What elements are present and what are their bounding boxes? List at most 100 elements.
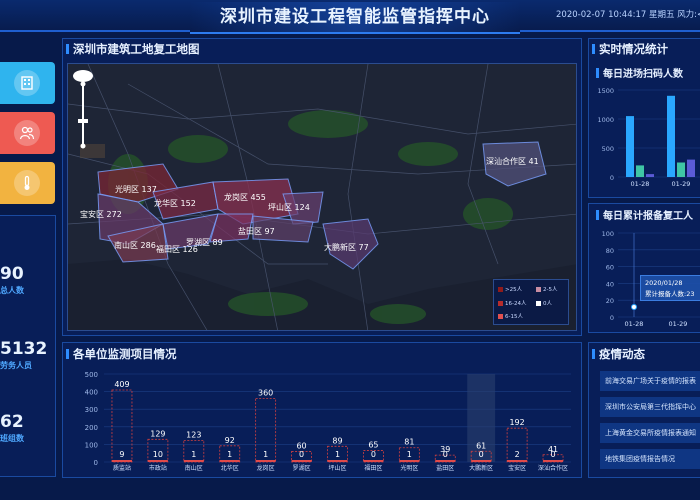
legend-swatch <box>536 301 541 306</box>
scan-bar-chart: 1500 1000 500 0 01-28 01-29 <box>597 87 700 188</box>
y-tick-label: 100 <box>85 441 98 449</box>
district-label: 光明区 137 <box>115 185 157 194</box>
legend-item: 16-24人 <box>498 299 526 307</box>
x-tick-label: 北华区 <box>221 464 239 472</box>
y-tick-label: 200 <box>85 424 98 432</box>
thermometer-icon <box>14 170 40 196</box>
x-tick-label: 坪山区 <box>328 464 346 472</box>
bar <box>687 159 695 177</box>
stat-total-people: 90 总人数 <box>0 265 54 296</box>
data-label-secondary: 2 <box>515 450 520 459</box>
y-tick-label: 300 <box>85 406 98 414</box>
report-chart-title: 每日累计报备复工人 <box>596 207 693 222</box>
bar <box>646 174 654 177</box>
title-marker <box>592 349 595 359</box>
legend-item: 2-5人 <box>536 285 557 293</box>
y-tick-label: 400 <box>85 389 98 397</box>
x-tick-label: 大鹏新区 <box>469 464 493 472</box>
district-label: 龙岗区 455 <box>224 193 266 202</box>
legend-label: 0人 <box>543 301 552 307</box>
legend-label: 2-5人 <box>543 287 558 293</box>
building-icon <box>14 70 40 96</box>
y-tick-label: 500 <box>602 145 614 153</box>
x-tick-label: 盐田区 <box>436 464 454 472</box>
bar-secondary <box>507 460 528 462</box>
legend-item: 6-15人 <box>498 312 523 320</box>
data-label-secondary: 0 <box>479 450 484 459</box>
data-label-secondary: 1 <box>407 450 412 459</box>
x-tick-label: 质监站 <box>113 464 131 472</box>
legend-swatch <box>498 301 503 306</box>
bar-secondary <box>147 460 168 462</box>
title-marker <box>592 44 595 54</box>
legend-label: 6-15人 <box>505 314 523 320</box>
datetime-readout: 2020-02-07 10:44:17 星期五 风力:< <box>556 10 700 20</box>
district-label: 深汕合作区 41 <box>486 157 539 166</box>
x-tick-label: 深汕合作区 <box>538 464 568 472</box>
x-tick-label: 01-29 <box>669 320 688 328</box>
data-label: 81 <box>404 438 414 447</box>
district-label: 坪山区 124 <box>268 203 310 212</box>
district-label: 大鹏新区 77 <box>324 243 369 252</box>
monitor-bar-chart: 50040030020010004099质监站12910市政站1231南山区92… <box>85 371 571 472</box>
data-label-secondary: 1 <box>227 450 232 459</box>
legend-item: >25人 <box>498 285 522 293</box>
scan-chart-title: 每日进场扫码人数 <box>596 65 683 80</box>
bar-secondary <box>291 460 312 462</box>
bar-secondary <box>435 460 456 462</box>
district-label: 宝安区 272 <box>80 210 122 219</box>
map-title-text: 深圳市建筑工地复工地图 <box>73 42 200 56</box>
title-marker <box>66 44 69 54</box>
news-item[interactable]: 前海交易广场关于疫情的报表 <box>600 371 700 391</box>
nav-button-building[interactable] <box>0 62 55 104</box>
monitor-title-text: 各单位监测项目情况 <box>73 347 177 361</box>
stat-teams: 62 班组数 <box>0 413 54 444</box>
stat-labor: 5132 劳务人员 <box>0 340 54 371</box>
data-label: 89 <box>332 436 342 445</box>
bar-secondary <box>327 460 348 462</box>
epidemic-panel-title: 疫情动态 <box>592 346 645 362</box>
news-item[interactable]: 上海黄金交易所疫情报表通知 <box>600 423 700 443</box>
bar <box>667 95 675 177</box>
x-tick-label: 福田区 <box>364 464 382 472</box>
header-line-left <box>0 30 190 32</box>
tooltip-text: 累计报备人数:23 <box>645 290 695 298</box>
news-item[interactable]: 地铁集团疫情报告情况 <box>600 449 700 469</box>
x-tick-label: 市政站 <box>149 464 167 472</box>
x-tick-label: 01-28 <box>631 180 650 188</box>
y-tick-label: 0 <box>610 174 614 182</box>
realtime-title-text: 实时情况统计 <box>599 42 668 56</box>
data-label-secondary: 1 <box>335 450 340 459</box>
page-title: 深圳市建设工程智能监管指挥中心 <box>220 7 490 27</box>
bar <box>636 165 644 177</box>
legend-swatch <box>498 314 503 319</box>
data-label: 92 <box>225 436 235 445</box>
y-tick-label: 500 <box>85 371 98 379</box>
y-tick-label: 0 <box>610 314 614 322</box>
y-tick-label: 1500 <box>597 87 614 95</box>
people-icon <box>14 120 40 146</box>
map-panel-title: 深圳市建筑工地复工地图 <box>66 41 200 57</box>
stat-value: 90 <box>0 264 24 284</box>
y-tick-label: 20 <box>606 297 614 305</box>
legend-swatch <box>536 287 541 292</box>
bar-secondary <box>111 460 132 462</box>
bar-secondary <box>471 460 492 462</box>
y-tick-label: 100 <box>602 230 614 238</box>
header-line-right <box>520 30 700 32</box>
data-label: 65 <box>368 441 378 450</box>
district-label: 南山区 286 <box>114 241 156 250</box>
news-item[interactable]: 深圳市公安局第三代指挥中心 <box>600 397 700 417</box>
title-marker <box>66 349 69 359</box>
data-label-secondary: 1 <box>263 450 268 459</box>
legend-label: >25人 <box>505 287 523 293</box>
x-tick-label: 01-29 <box>672 180 691 188</box>
y-tick-label: 60 <box>606 264 614 272</box>
bar-secondary <box>363 460 384 462</box>
nav-button-people[interactable] <box>0 112 55 154</box>
data-label-secondary: 0 <box>443 450 448 459</box>
stat-value: 62 <box>0 412 24 432</box>
nav-button-thermometer[interactable] <box>0 162 55 204</box>
legend-label: 16-24人 <box>505 301 527 307</box>
bar <box>677 162 685 177</box>
